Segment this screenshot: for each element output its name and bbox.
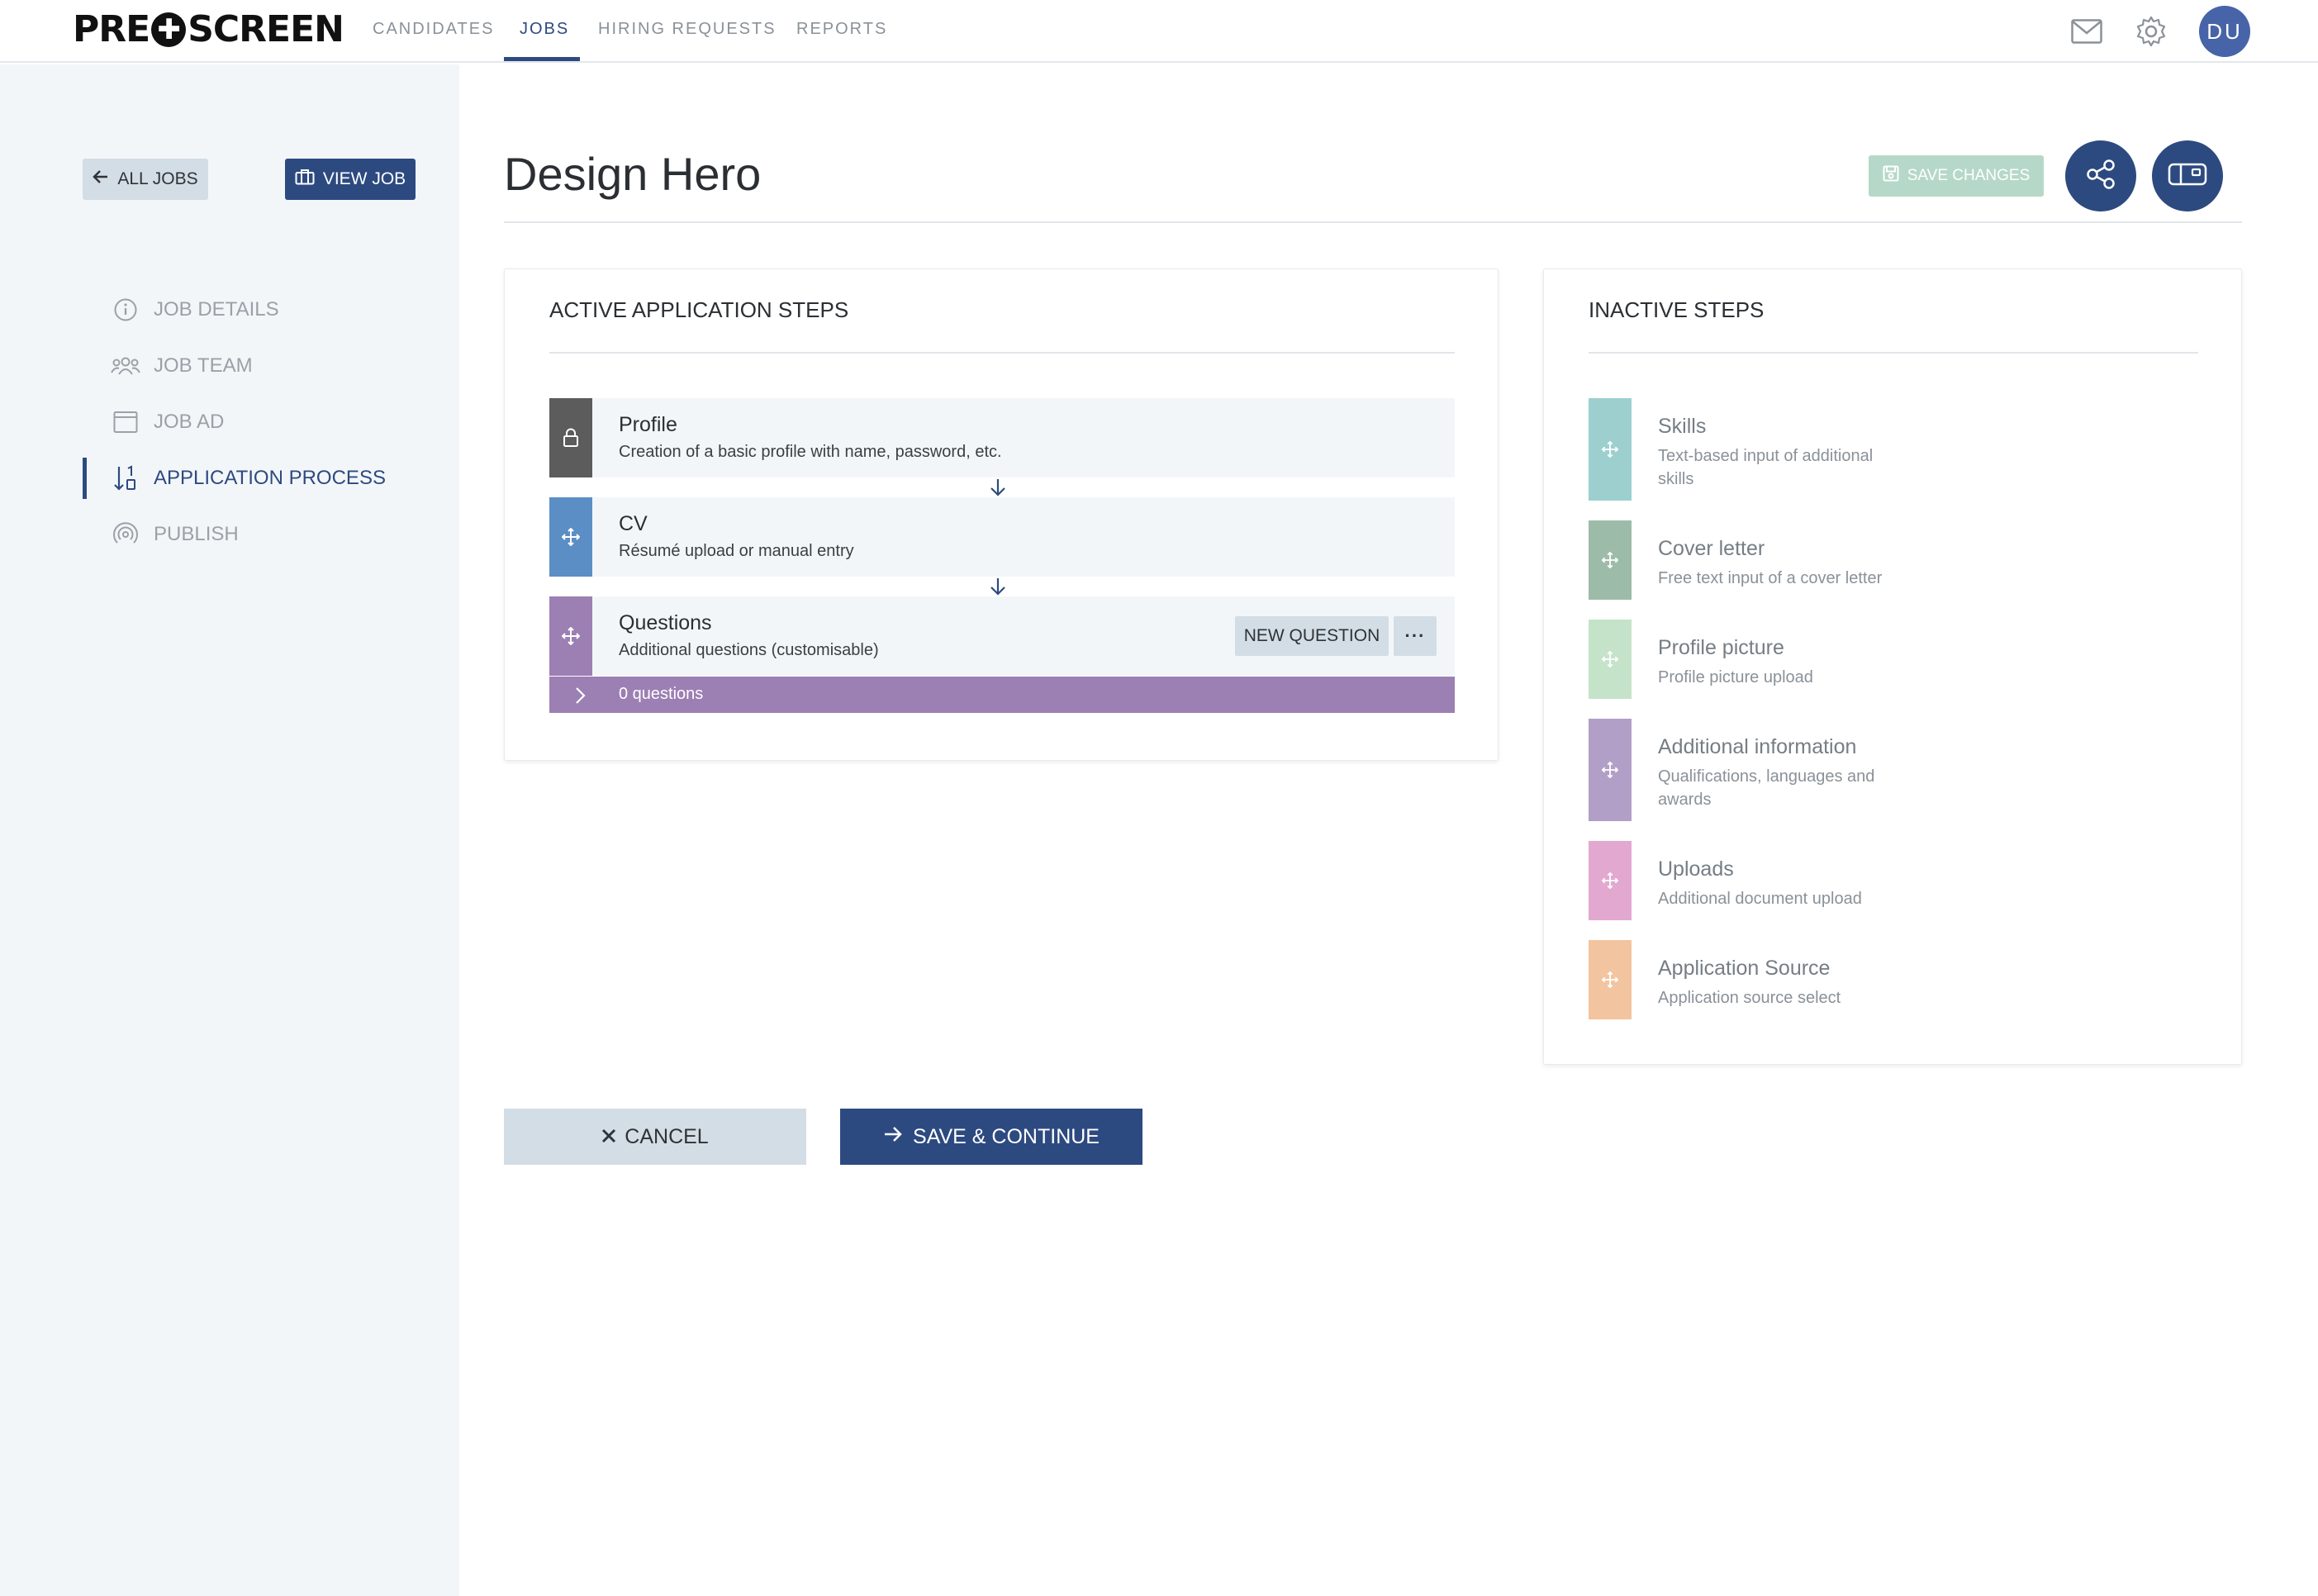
tab-candidates[interactable]: CANDIDATES — [373, 20, 494, 39]
card-divider — [1589, 352, 2198, 354]
move-icon[interactable] — [1589, 620, 1632, 699]
inactive-step-uploads[interactable]: Uploads Additional document upload — [1589, 841, 2051, 920]
step-name: Skills — [1658, 415, 1707, 438]
step-description: Creation of a basic profile with name, p… — [619, 443, 1002, 461]
step-description: Additional document upload — [1658, 890, 1862, 908]
move-icon[interactable] — [1589, 841, 1632, 920]
cancel-label: CANCEL — [625, 1124, 709, 1148]
save-continue-button[interactable]: SAVE & CONTINUE — [840, 1109, 1142, 1165]
step-name: Profile picture — [1658, 636, 1784, 659]
sidebar-item-label: JOB AD — [154, 411, 225, 433]
cancel-button[interactable]: CANCEL — [504, 1109, 806, 1165]
move-icon[interactable] — [1589, 719, 1632, 821]
new-question-button[interactable]: NEW QUESTION — [1235, 616, 1389, 656]
sidebar-item-label: PUBLISH — [154, 523, 239, 545]
sidebar-item-application-process[interactable]: APPLICATION PROCESS — [83, 458, 430, 499]
logo-cross-icon: ✚ — [151, 12, 187, 47]
step-description: Qualifications, languages and awards — [1658, 767, 1875, 809]
active-tab-indicator — [504, 57, 580, 61]
step-description: Profile picture upload — [1658, 668, 1813, 686]
inactive-step-application-source[interactable]: Application Source Application source se… — [1589, 940, 2051, 1019]
inactive-steps-card: INACTIVE STEPS Skills Text-based input o… — [1543, 268, 2242, 1065]
step-description: Free text input of a cover letter — [1658, 569, 1883, 587]
inactive-step-cover-letter[interactable]: Cover letter Free text input of a cover … — [1589, 520, 2051, 600]
page-title: Design Hero — [504, 148, 762, 200]
step-description: Application source select — [1658, 989, 1841, 1007]
preview-button[interactable] — [2152, 140, 2223, 211]
step-name: Application Source — [1658, 957, 1831, 980]
step-name: Additional information — [1658, 735, 1857, 758]
view-job-button[interactable]: VIEW JOB — [285, 159, 416, 200]
step-name: Questions — [619, 611, 712, 634]
save-disk-icon — [1883, 165, 1899, 187]
mail-icon[interactable] — [2069, 13, 2105, 50]
share-button[interactable] — [2065, 140, 2136, 211]
tab-reports[interactable]: REPORTS — [796, 20, 887, 39]
prescreen-logo[interactable]: PRE ✚ SCREEN — [73, 8, 344, 50]
view-job-label: VIEW JOB — [322, 169, 406, 188]
move-icon[interactable] — [1589, 940, 1632, 1019]
active-steps-card: ACTIVE APPLICATION STEPS Profile Creatio… — [504, 268, 1499, 761]
sidebar-item-label: APPLICATION PROCESS — [154, 467, 386, 489]
arrow-right-icon — [883, 1125, 903, 1149]
active-steps-title: ACTIVE APPLICATION STEPS — [549, 297, 849, 322]
inactive-step-additional-information[interactable]: Additional information Qualifications, l… — [1589, 719, 2051, 821]
inactive-step-skills[interactable]: Skills Text-based input of additional sk… — [1589, 398, 2051, 501]
tab-jobs[interactable]: JOBS — [520, 20, 569, 39]
settings-gear-icon[interactable] — [2133, 13, 2169, 50]
save-changes-label: SAVE CHANGES — [1907, 167, 2031, 184]
move-icon[interactable] — [1589, 398, 1632, 501]
sidebar-item-label: JOB TEAM — [154, 354, 253, 377]
save-continue-label: SAVE & CONTINUE — [913, 1124, 1100, 1148]
inactive-steps-title: INACTIVE STEPS — [1589, 297, 1765, 322]
sidebar-item-publish[interactable]: PUBLISH — [83, 514, 430, 555]
info-icon — [111, 297, 140, 322]
inactive-step-profile-picture[interactable]: Profile picture Profile picture upload — [1589, 620, 2051, 699]
move-icon[interactable] — [549, 596, 592, 676]
questions-count: 0 questions — [619, 685, 704, 703]
lock-icon — [549, 398, 592, 477]
move-icon[interactable] — [549, 497, 592, 577]
step-name: Profile — [619, 413, 677, 436]
logo-text-left: PRE — [73, 8, 150, 50]
sidebar-item-job-ad[interactable]: JOB AD — [83, 401, 430, 443]
step-description: Résumé upload or manual entry — [619, 542, 854, 560]
step-name: Uploads — [1658, 857, 1734, 881]
chevron-right-icon — [574, 686, 586, 710]
briefcase-icon — [295, 169, 315, 190]
active-step-questions[interactable]: Questions Additional questions (customis… — [549, 596, 1455, 676]
arrow-left-icon — [93, 169, 109, 189]
more-options-button[interactable]: ··· — [1394, 616, 1437, 656]
step-name: Cover letter — [1658, 537, 1765, 560]
preview-icon — [2168, 162, 2207, 191]
card-divider — [549, 352, 1455, 354]
questions-expand-bar[interactable]: 0 questions — [549, 677, 1455, 713]
arrow-down-icon — [989, 577, 1007, 596]
sidebar-item-job-team[interactable]: JOB TEAM — [83, 345, 430, 387]
arrow-down-icon — [989, 477, 1007, 497]
step-description: Text-based input of additional skills — [1658, 447, 1874, 488]
logo-text-right: SCREEN — [188, 8, 344, 50]
share-icon — [2084, 158, 2117, 195]
step-name: CV — [619, 512, 648, 535]
active-step-cv[interactable]: CV Résumé upload or manual entry — [549, 497, 1455, 577]
sort-icon — [111, 465, 140, 492]
active-step-profile: Profile Creation of a basic profile with… — [549, 398, 1455, 477]
sidebar-item-job-details[interactable]: JOB DETAILS — [83, 289, 430, 330]
step-description: Additional questions (customisable) — [619, 641, 879, 659]
team-icon — [111, 354, 140, 378]
broadcast-icon — [111, 522, 140, 547]
close-icon — [601, 1125, 616, 1149]
title-divider — [504, 221, 2242, 223]
calendar-icon — [111, 411, 140, 434]
save-changes-button[interactable]: SAVE CHANGES — [1869, 155, 2044, 197]
tab-hiring-requests[interactable]: HIRING REQUESTS — [598, 20, 777, 39]
sidebar-item-label: JOB DETAILS — [154, 298, 279, 321]
top-navigation-bar: PRE ✚ SCREEN CANDIDATES JOBS HIRING REQU… — [0, 0, 2318, 63]
all-jobs-button[interactable]: ALL JOBS — [83, 159, 208, 200]
move-icon[interactable] — [1589, 520, 1632, 600]
user-avatar[interactable]: DU — [2199, 6, 2250, 57]
all-jobs-label: ALL JOBS — [117, 169, 198, 188]
